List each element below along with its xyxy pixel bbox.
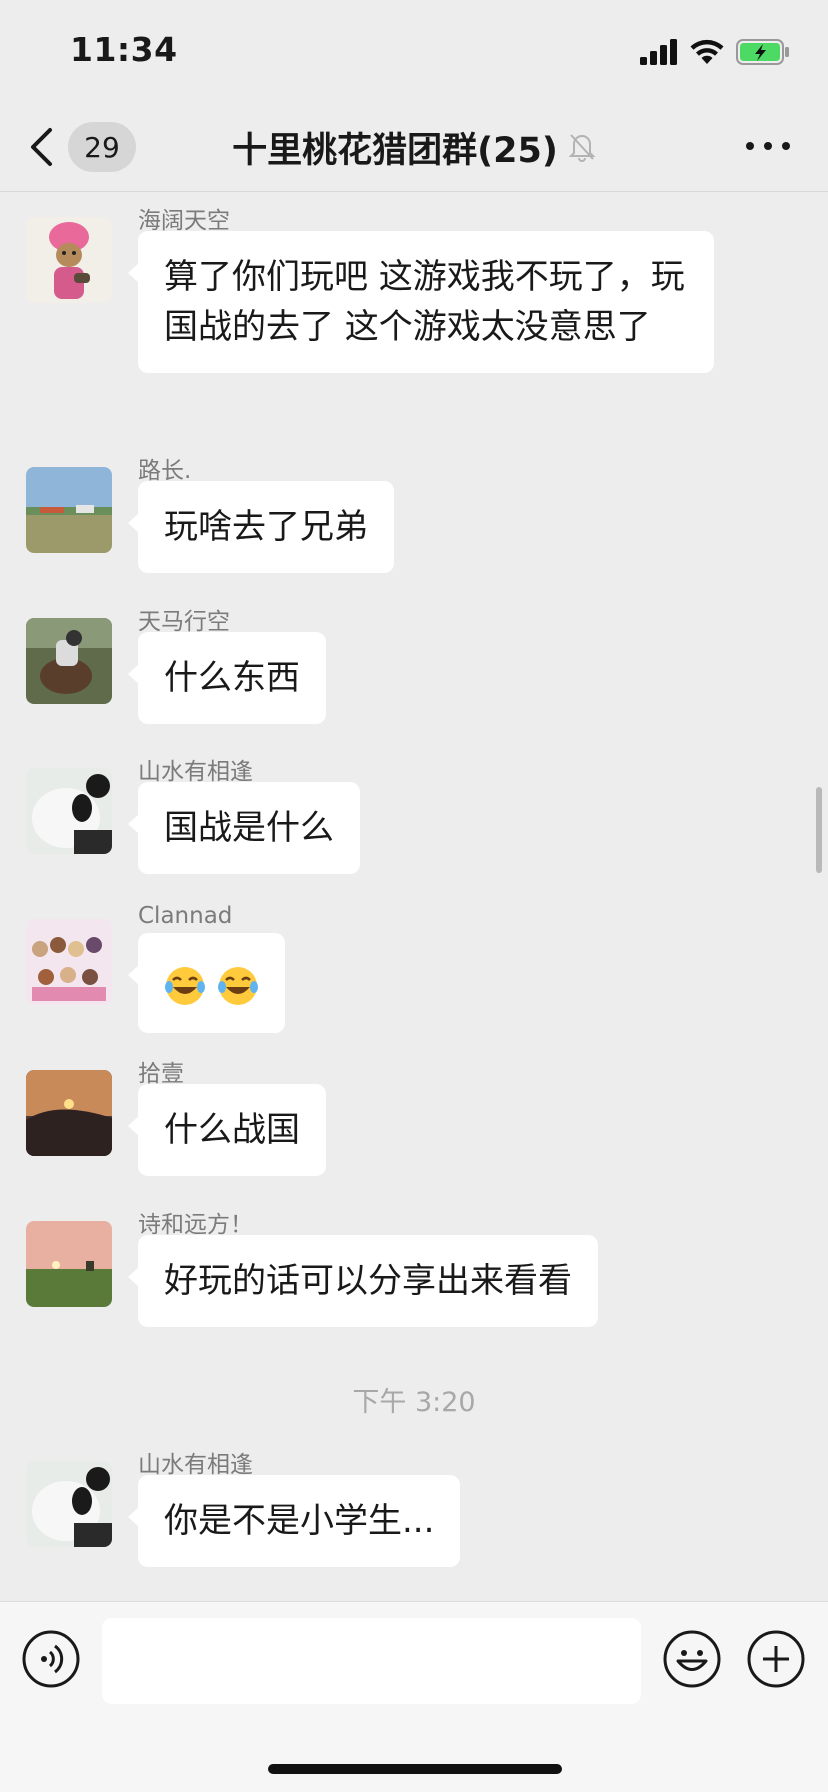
dot-icon: [764, 142, 772, 150]
emoji-button[interactable]: [663, 1630, 721, 1688]
sender-name: 山水有相逢: [138, 1452, 253, 1478]
message-bubble[interactable]: 什么东西: [128, 632, 326, 724]
message-bubble[interactable]: 算了你们玩吧 这游戏我不玩了，玩国战的去了 这个游戏太没意思了: [128, 231, 714, 373]
plus-icon: [747, 1630, 805, 1688]
laughing-crying-emoji-icon: [165, 966, 205, 1005]
message-bubble[interactable]: 玩啥去了兄弟: [128, 481, 394, 573]
sender-name: Clannad: [138, 903, 233, 929]
chat-header: 29 十里桃花猎团群(25): [0, 100, 828, 192]
message-bubble[interactable]: [128, 933, 285, 1033]
sunset-field-avatar[interactable]: [26, 1221, 112, 1307]
more-actions-button[interactable]: [747, 1630, 805, 1688]
landscape-avatar[interactable]: [26, 467, 112, 553]
voice-icon: [22, 1630, 80, 1688]
emoji-face-icon: [663, 1630, 721, 1688]
sender-name: 诗和远方！: [138, 1212, 253, 1238]
status-time: 11:34: [70, 30, 178, 69]
sunset-mountain-avatar[interactable]: [26, 1070, 112, 1156]
sender-name: 山水有相逢: [138, 759, 253, 785]
message-timestamp: 下午 3:20: [352, 1387, 476, 1418]
rider-avatar[interactable]: [26, 618, 112, 704]
dot-icon: [746, 142, 754, 150]
panda-avatar[interactable]: [26, 768, 112, 854]
sender-name: 天马行空: [138, 609, 230, 635]
sender-name: 拾壹: [138, 1061, 184, 1087]
message-input[interactable]: [102, 1618, 641, 1704]
message-bubble[interactable]: 好玩的话可以分享出来看看: [128, 1235, 598, 1327]
sender-name: 路长.: [138, 458, 192, 484]
message-bubble[interactable]: 你是不是小学生...: [127, 1475, 461, 1567]
status-bar: 11:34: [0, 0, 828, 100]
scrollbar-thumb[interactable]: [816, 787, 822, 873]
message-list[interactable]: 海阔天空 算了你们玩吧 这游戏我不玩了，玩国战的去了 这个游戏太没意思了 路长.…: [0, 193, 828, 1601]
status-icons: [640, 36, 790, 68]
dot-icon: [782, 142, 790, 150]
laughing-crying-emoji-icon: [217, 966, 258, 1005]
anime-group-avatar[interactable]: [26, 919, 112, 1005]
cellular-signal-icon: [640, 39, 677, 65]
home-indicator[interactable]: [268, 1764, 562, 1774]
panda-avatar[interactable]: [26, 1461, 112, 1547]
message-bubble[interactable]: 什么战国: [128, 1084, 326, 1176]
chat-title-container[interactable]: 十里桃花猎团群(25): [0, 122, 828, 172]
input-bar: [0, 1601, 828, 1792]
sender-name: 海阔天空: [138, 208, 230, 234]
voice-input-button[interactable]: [22, 1630, 80, 1688]
wifi-icon: [690, 39, 724, 64]
battery-charging-icon: [736, 39, 789, 65]
cat-turban-avatar[interactable]: [26, 217, 112, 303]
chat-title: 十里桃花猎团群(25): [232, 130, 558, 171]
message-bubble[interactable]: 国战是什么: [128, 782, 360, 874]
muted-bell-icon: [568, 134, 596, 162]
more-options-button[interactable]: [746, 134, 790, 158]
